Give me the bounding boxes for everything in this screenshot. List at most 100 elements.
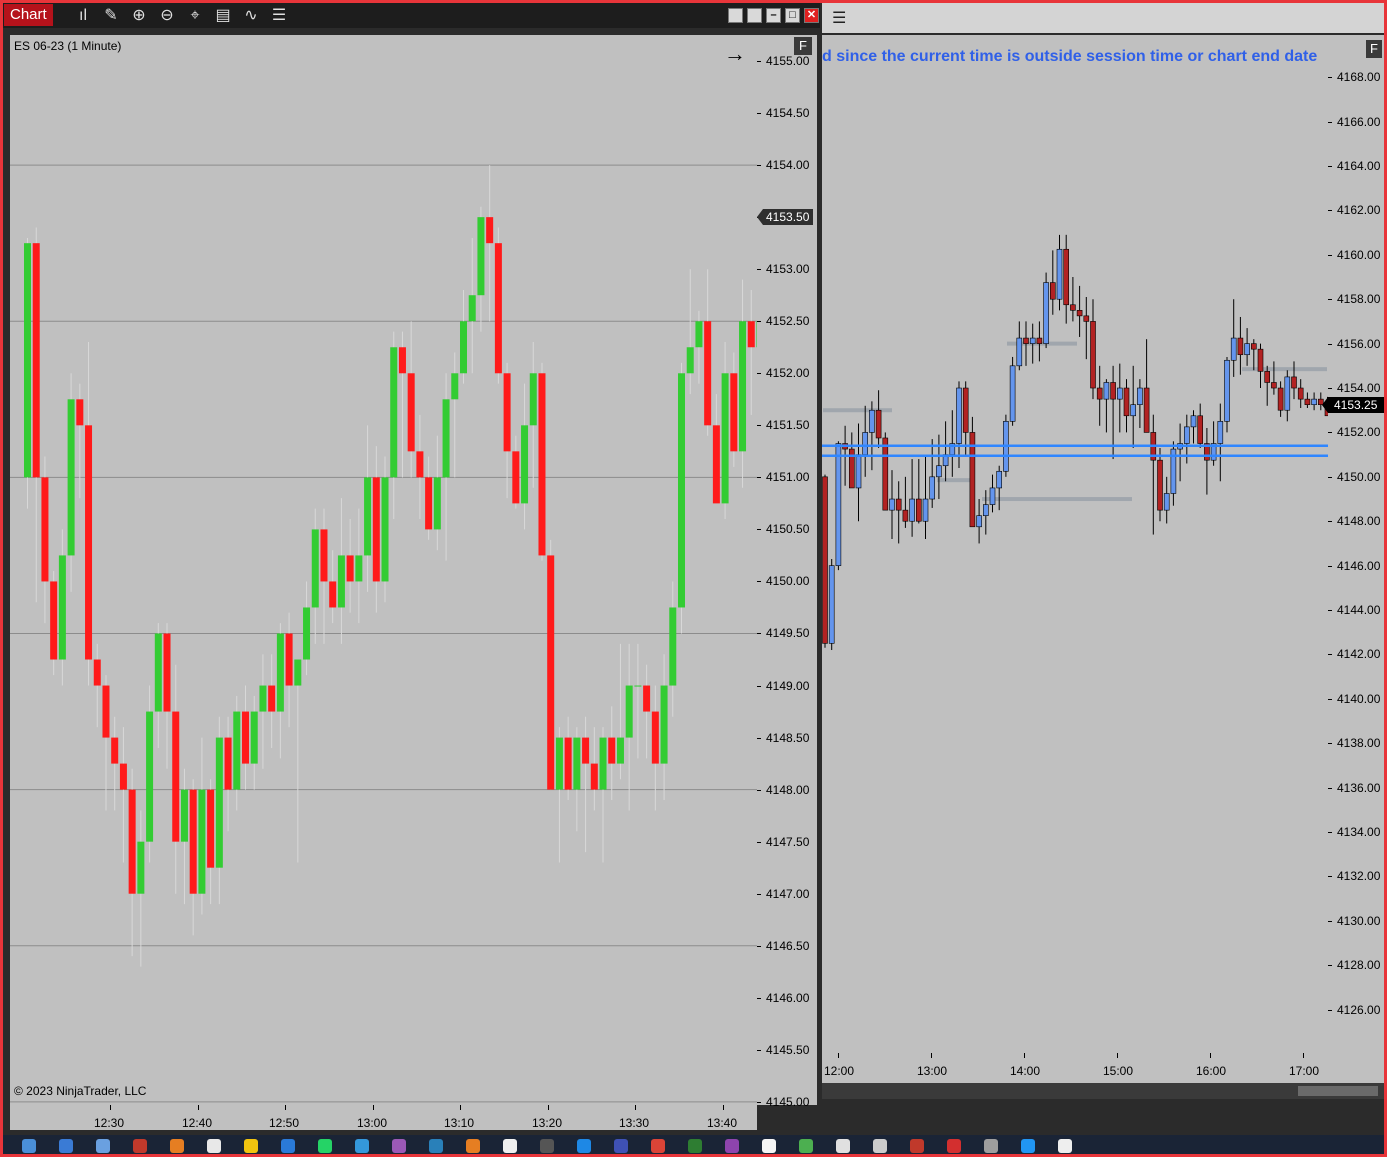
candle-body [250, 711, 258, 764]
left-chart-panel[interactable]: ES 06-23 (1 Minute) → © 2023 NinjaTrader… [10, 35, 757, 1105]
taskbar-app-icon[interactable] [244, 1139, 258, 1153]
crosshair-icon[interactable]: ⌖ [185, 6, 205, 26]
candle-body [1163, 493, 1170, 511]
candle-body [433, 477, 441, 530]
taskbar-app-icon[interactable] [873, 1139, 887, 1153]
taskbar-app-icon[interactable] [466, 1139, 480, 1153]
bar-type-icon[interactable]: ıl [73, 6, 93, 26]
candle-body [477, 217, 485, 296]
candle-body [538, 373, 546, 556]
minimize-icon[interactable]: – [766, 8, 781, 23]
chart-title-tab[interactable]: Chart [4, 4, 53, 26]
taskbar-app-icon[interactable] [540, 1139, 554, 1153]
x-tick-mark [635, 1105, 636, 1110]
candle-body [259, 685, 267, 712]
tile-icon[interactable] [747, 8, 762, 23]
candle-body [875, 409, 882, 439]
taskbar-app-icon[interactable] [836, 1139, 850, 1153]
scrollbar-thumb[interactable] [1298, 1086, 1378, 1096]
y-tick-mark [757, 789, 761, 791]
candle-body [651, 711, 659, 764]
x-tick-mark [548, 1105, 549, 1110]
left-price-axis[interactable]: F 4155.00 4154.50 4154.00 4153.50 4153.00 415… [757, 35, 817, 1109]
y-tick-mark [1328, 920, 1332, 922]
taskbar-app-icon[interactable] [59, 1139, 73, 1153]
left-time-axis[interactable]: 12:30 12:40 12:50 13:00 13:10 13:20 13:30 13:40 [10, 1105, 757, 1130]
candle-body [1009, 365, 1016, 422]
taskbar-app-icon[interactable] [910, 1139, 924, 1153]
y-tick-label: 4154.00 [1337, 381, 1381, 396]
candle-body [1063, 248, 1069, 306]
right-price-axis[interactable]: F 4168.00 4166.00 4164.00 4162.00 4160.00 415… [1322, 35, 1384, 1053]
y-tick-mark [1328, 521, 1332, 523]
candle-body [1284, 376, 1291, 411]
taskbar-app-icon[interactable] [22, 1139, 36, 1153]
list-icon[interactable]: ☰ [832, 9, 852, 29]
taskbar-app-icon[interactable] [1021, 1139, 1035, 1153]
taskbar-app-icon[interactable] [947, 1139, 961, 1153]
candle-body [590, 763, 598, 790]
taskbar-app-icon[interactable] [614, 1139, 628, 1153]
candle-body [608, 737, 616, 764]
taskbar-app-icon[interactable] [984, 1139, 998, 1153]
taskbar [0, 1135, 1387, 1157]
volume-level-bar [823, 408, 892, 413]
y-tick-label: 4138.00 [1337, 736, 1381, 751]
candle-body [486, 217, 494, 244]
taskbar-app-icon[interactable] [577, 1139, 591, 1153]
candle-body [956, 387, 962, 444]
taskbar-app-icon[interactable] [133, 1139, 147, 1153]
volume-level-bar [937, 478, 970, 483]
y-tick-label: 4148.00 [1337, 514, 1381, 529]
taskbar-app-icon[interactable] [688, 1139, 702, 1153]
maximize-icon[interactable]: □ [785, 8, 800, 23]
candle-body [1090, 321, 1096, 389]
taskbar-app-icon[interactable] [170, 1139, 184, 1153]
candle-body [102, 685, 110, 738]
x-tick-label: 12:50 [269, 1116, 300, 1130]
candle-body [1183, 426, 1190, 444]
taskbar-app-icon[interactable] [503, 1139, 517, 1153]
zoom-out-icon[interactable]: ⊖ [157, 6, 177, 26]
taskbar-app-icon[interactable] [651, 1139, 665, 1153]
taskbar-app-icon[interactable] [318, 1139, 332, 1153]
taskbar-app-icon[interactable] [281, 1139, 295, 1153]
taskbar-app-icon[interactable] [762, 1139, 776, 1153]
taskbar-app-icon[interactable] [1058, 1139, 1072, 1153]
zoom-in-icon[interactable]: ⊕ [129, 6, 149, 26]
y-tick-label: 4132.00 [1337, 869, 1381, 884]
taskbar-app-icon[interactable] [725, 1139, 739, 1153]
y-tick-mark [757, 1101, 761, 1103]
y-tick-mark [757, 685, 761, 687]
candle-body [625, 685, 633, 738]
arrow-right-icon[interactable]: → [724, 41, 746, 67]
candle-body [599, 737, 607, 790]
f-button[interactable]: F [794, 37, 812, 55]
right-time-axis[interactable]: 12:00 13:00 14:00 15:00 16:00 17:00 [822, 1053, 1384, 1083]
y-tick-label: 4147.50 [766, 834, 810, 849]
y-tick-label: 4155.00 [766, 54, 810, 69]
candle-body [268, 685, 276, 712]
y-tick-label: 4142.00 [1337, 647, 1381, 662]
taskbar-app-icon[interactable] [799, 1139, 813, 1153]
taskbar-app-icon[interactable] [392, 1139, 406, 1153]
taskbar-app-icon[interactable] [355, 1139, 369, 1153]
right-chart-panel[interactable]: d since the current time is outside sess… [822, 35, 1328, 1053]
x-tick-label: 13:10 [444, 1116, 475, 1130]
taskbar-app-icon[interactable] [207, 1139, 221, 1153]
taskbar-app-icon[interactable] [429, 1139, 443, 1153]
list-icon[interactable]: ☰ [269, 6, 289, 26]
restore-icon[interactable] [728, 8, 743, 23]
y-tick-mark [757, 997, 761, 999]
y-tick-label: 4151.00 [766, 470, 810, 485]
pencil-icon[interactable]: ✎ [101, 6, 121, 26]
candle-body [215, 737, 223, 868]
taskbar-app-icon[interactable] [96, 1139, 110, 1153]
data-box-icon[interactable]: ▤ [213, 6, 233, 26]
f-button[interactable]: F [1366, 40, 1382, 58]
candle-body [929, 476, 935, 500]
indicator-icon[interactable]: ∿ [241, 6, 261, 26]
close-icon[interactable]: ✕ [804, 8, 819, 23]
horizontal-scrollbar[interactable] [822, 1083, 1384, 1099]
candle-body [996, 470, 1002, 489]
